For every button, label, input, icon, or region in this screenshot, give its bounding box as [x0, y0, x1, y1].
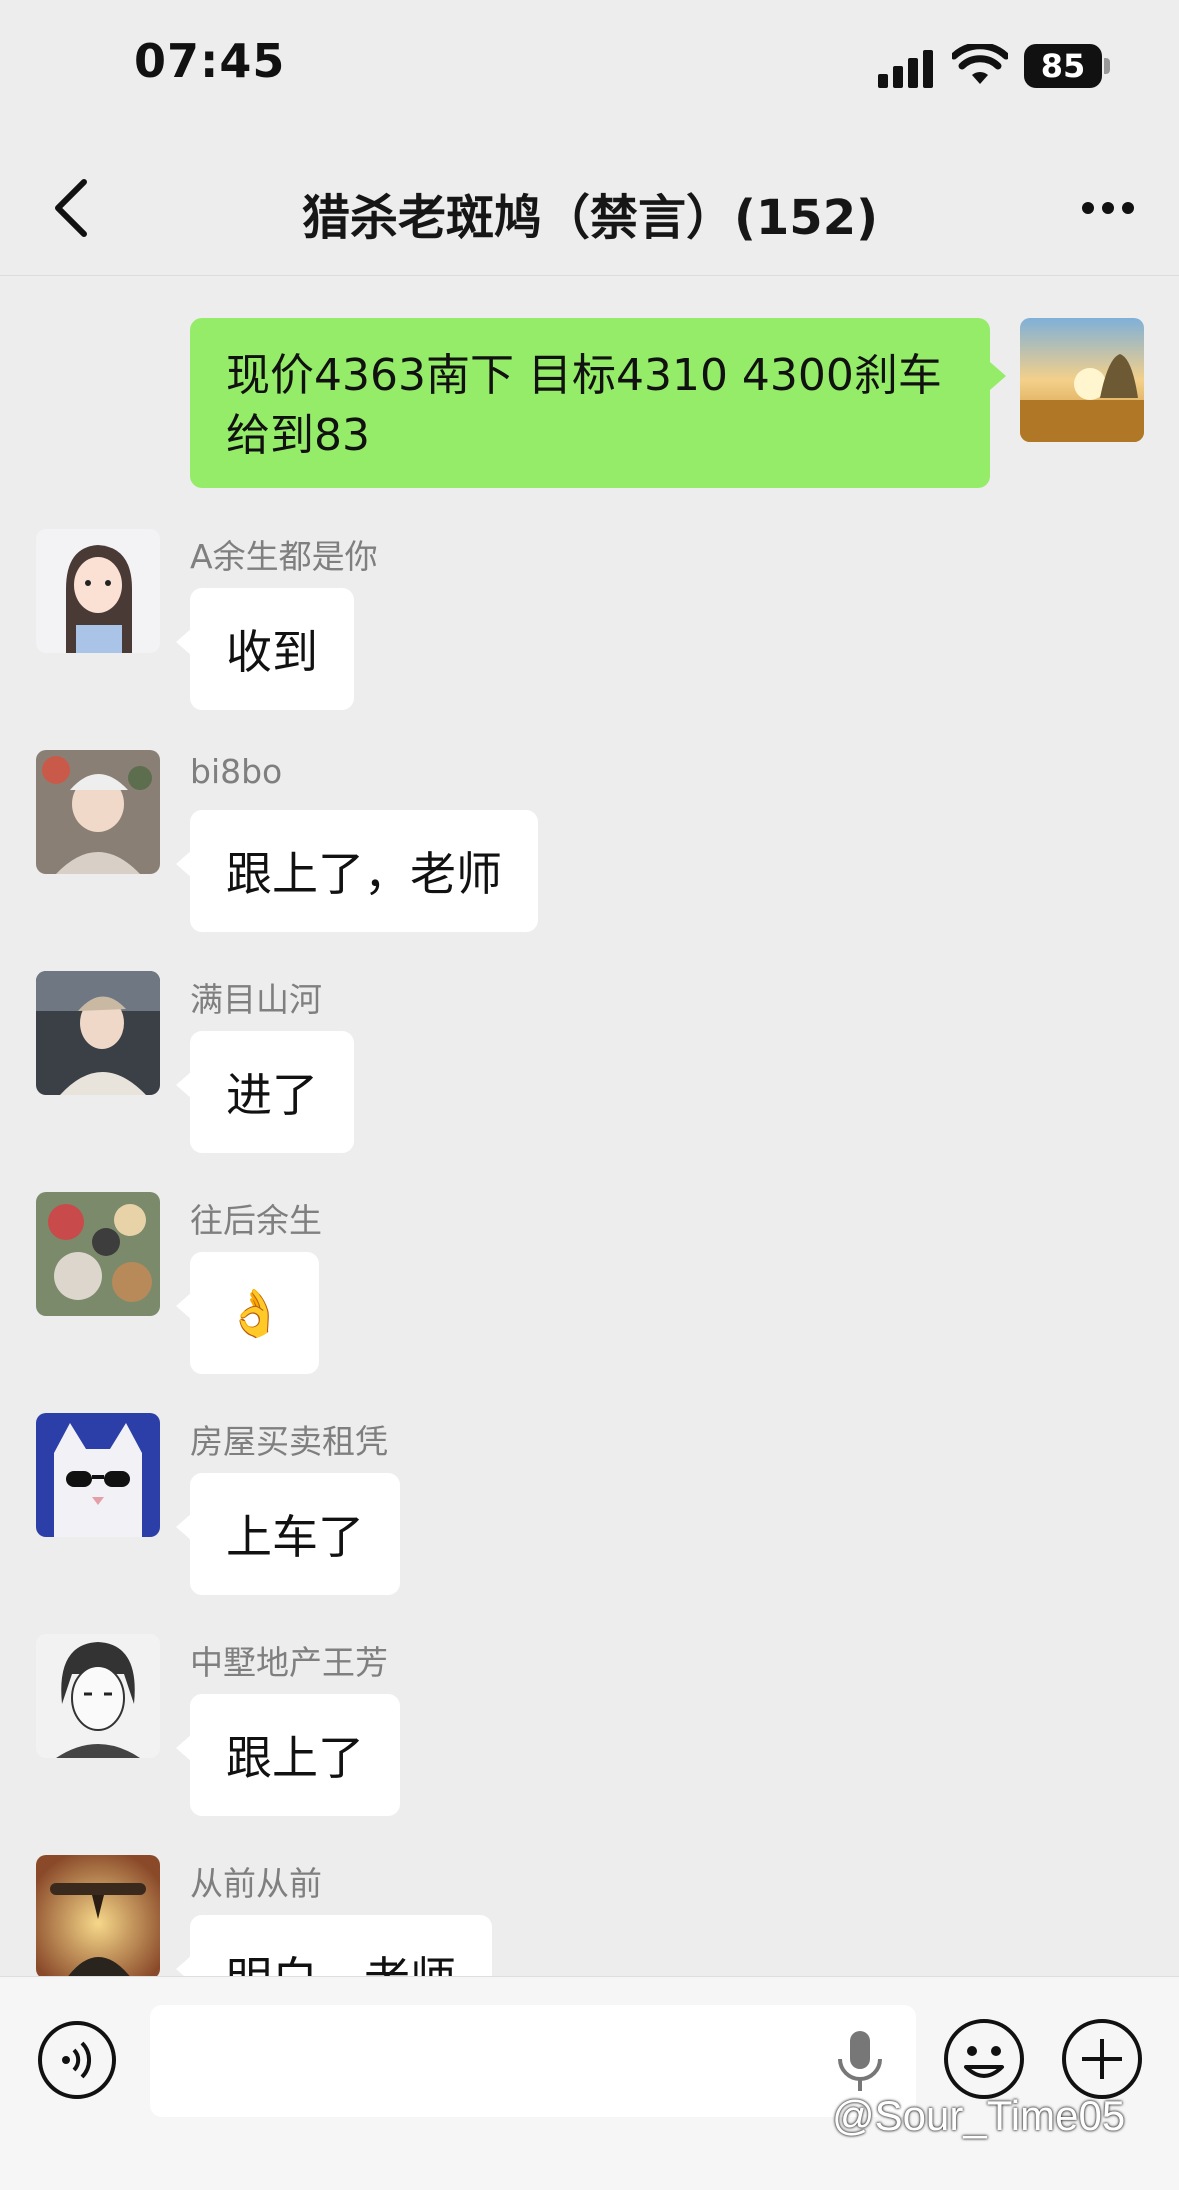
sender-name: bi8bo [190, 752, 283, 791]
avatar-a余生都是你[interactable] [36, 529, 160, 653]
self-avatar[interactable] [1020, 318, 1144, 442]
status-time: 07:45 [134, 34, 286, 88]
sender-name: 往后余生 [190, 1201, 322, 1240]
chat-header: 猎杀老斑鸠（禁言）(152) [0, 120, 1179, 276]
sender-name: 从前从前 [190, 1864, 322, 1903]
message-bubble[interactable]: 跟上了 [176, 1694, 400, 1816]
message-bubble[interactable]: 明白，老师 [176, 1915, 492, 1976]
avatar-中墅地产王芳[interactable] [36, 1634, 160, 1758]
battery-level: 85 [1024, 44, 1102, 88]
sender-name: 满目山河 [190, 980, 322, 1019]
watermark: @Sour_Time05 [832, 2092, 1126, 2139]
sender-name: 房屋买卖租凭 [190, 1422, 388, 1461]
sender-name: 中墅地产王芳 [190, 1643, 388, 1682]
battery-indicator: 85 [1024, 44, 1110, 90]
message-bubble[interactable]: 上车了 [176, 1473, 400, 1595]
sender-name: A余生都是你 [190, 537, 378, 576]
emoji-icon[interactable] [942, 2017, 1026, 2101]
avatar-往后余生[interactable] [36, 1192, 160, 1316]
avatar-满目山河[interactable] [36, 971, 160, 1095]
more-options-icon[interactable] [1080, 198, 1136, 218]
self-message-bubble[interactable]: 现价4363南下 目标4310 4300刹车 给到83 [190, 318, 1006, 488]
microphone-icon[interactable] [834, 2029, 886, 2095]
wifi-icon [952, 44, 1008, 84]
message-bubble[interactable]: 跟上了，老师 [176, 810, 538, 932]
avatar-房屋买卖租凭[interactable] [36, 1413, 160, 1537]
message-bubble[interactable]: 收到 [176, 588, 354, 710]
input-bar [0, 1976, 1179, 2190]
avatar-从前从前[interactable] [36, 1855, 160, 1976]
message-input[interactable] [150, 2005, 916, 2117]
back-arrow-icon[interactable] [52, 178, 92, 238]
add-attachment-icon[interactable] [1060, 2017, 1144, 2101]
self-message-line-1: 现价4363南下 目标4310 4300刹车 [226, 350, 942, 401]
status-bar: 07:45 85 [0, 0, 1179, 120]
message-list: 现价4363南下 目标4310 4300刹车 给到83 A余生都是你 收到 bi [0, 276, 1179, 1976]
self-message-line-2: 给到83 [226, 410, 370, 461]
voice-mode-icon[interactable] [36, 2019, 118, 2101]
avatar-bi8bo[interactable] [36, 750, 160, 874]
message-bubble[interactable]: 👌 [175, 1252, 320, 1374]
chat-title: 猎杀老斑鸠（禁言）(152) [301, 190, 879, 246]
cellular-signal-icon [878, 50, 933, 88]
message-bubble[interactable]: 进了 [176, 1031, 354, 1153]
